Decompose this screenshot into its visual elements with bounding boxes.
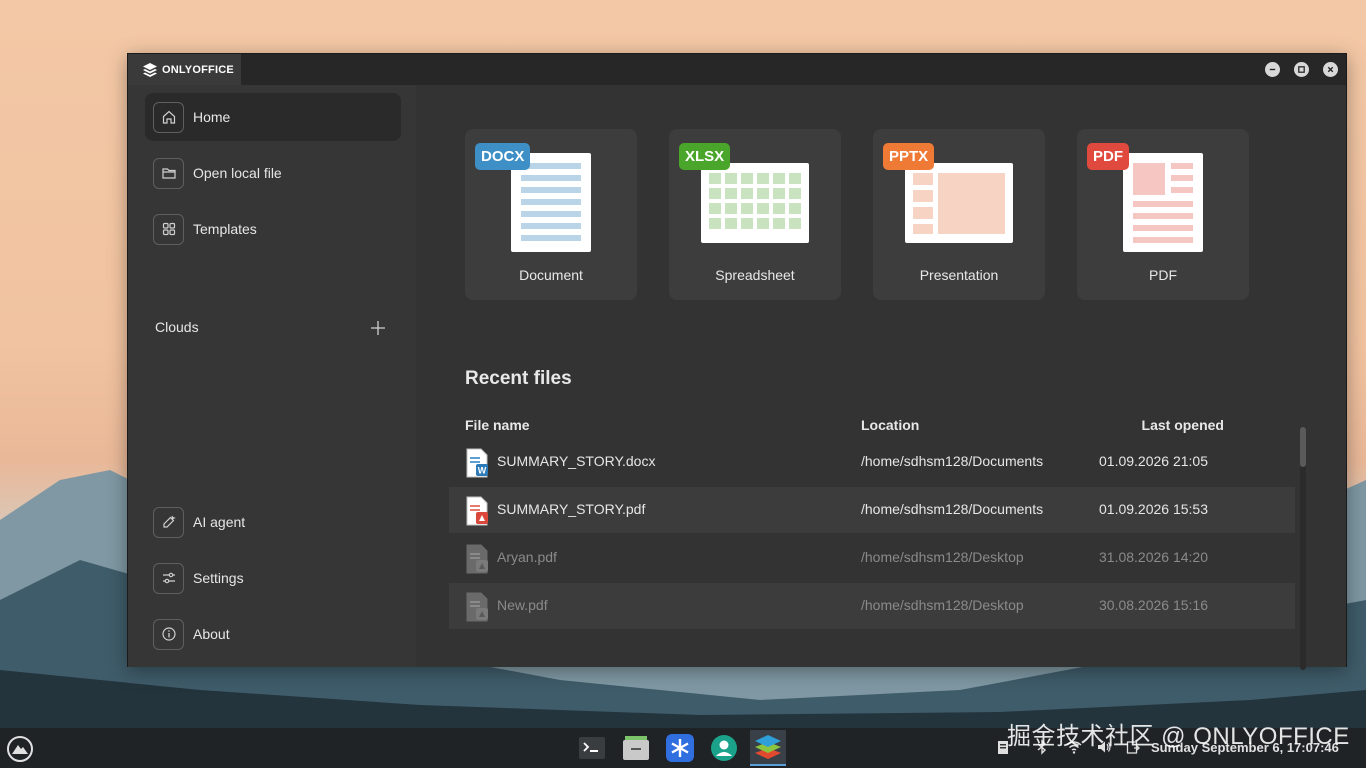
recent-files-title: Recent files xyxy=(465,368,572,389)
file-name: Aryan.pdf xyxy=(497,549,557,565)
xlsx-badge: XLSX xyxy=(679,143,731,170)
create-card-label: Document xyxy=(519,267,583,283)
spreadsheet-thumbnail-icon xyxy=(701,163,809,243)
create-card-label: PDF xyxy=(1149,267,1177,283)
sidebar-item-label: Settings xyxy=(193,570,244,586)
taskbar-file-manager[interactable] xyxy=(620,732,652,764)
sidebar-item-label: AI agent xyxy=(193,514,246,530)
close-icon xyxy=(1327,66,1334,73)
file-name: New.pdf xyxy=(497,597,548,613)
sidebar-item-ai-agent[interactable]: AI agent xyxy=(145,498,401,546)
table-row[interactable]: SUMMARY_STORY.pdf /home/sdhsm128/Documen… xyxy=(449,487,1295,533)
file-last-opened: 30.08.2026 15:16 xyxy=(1099,597,1208,613)
missing-pdf-file-icon xyxy=(466,544,488,574)
minimize-icon xyxy=(1269,68,1276,71)
snowflake-app-icon xyxy=(666,734,694,762)
pptx-badge: PPTX xyxy=(883,143,935,170)
settings-sliders-icon xyxy=(153,562,184,594)
docx-badge: DOCX xyxy=(475,143,531,170)
ai-agent-icon xyxy=(153,506,184,538)
sidebar-item-label: Templates xyxy=(193,221,257,237)
app-tab[interactable]: ONLYOFFICE xyxy=(128,54,241,85)
sidebar-item-label: Open local file xyxy=(193,165,282,181)
close-button[interactable] xyxy=(1323,62,1338,77)
file-last-opened: 31.08.2026 14:20 xyxy=(1099,549,1208,565)
file-last-opened: 01.09.2026 15:53 xyxy=(1099,501,1208,517)
create-presentation-card[interactable]: PPTX Presentation xyxy=(873,129,1045,300)
maximize-icon xyxy=(1298,66,1305,73)
file-name: SUMMARY_STORY.docx xyxy=(497,453,656,469)
create-document-card[interactable]: DOCX Document xyxy=(465,129,637,300)
file-location: /home/sdhsm128/Desktop xyxy=(861,549,1024,565)
terminal-icon xyxy=(579,737,605,759)
sidebar-item-home[interactable]: Home xyxy=(145,93,401,141)
info-icon xyxy=(153,618,184,650)
taskbar-snowflake-app[interactable] xyxy=(664,732,696,764)
onlyoffice-icon xyxy=(755,735,781,759)
maximize-button[interactable] xyxy=(1294,62,1309,77)
watermark-text: 掘金技术社区 @ ONLYOFFICE xyxy=(1007,723,1350,750)
file-name: SUMMARY_STORY.pdf xyxy=(497,501,646,517)
table-row[interactable]: Aryan.pdf /home/sdhsm128/Desktop 31.08.2… xyxy=(449,535,1295,581)
taskbar-contacts[interactable] xyxy=(708,732,740,764)
column-location[interactable]: Location xyxy=(861,417,919,433)
sidebar-item-about[interactable]: About xyxy=(145,610,401,658)
minimize-button[interactable] xyxy=(1265,62,1280,77)
title-bar: ONLYOFFICE xyxy=(128,54,1346,85)
table-row[interactable]: New.pdf /home/sdhsm128/Desktop 30.08.202… xyxy=(449,583,1295,629)
svg-text:W: W xyxy=(478,466,487,476)
table-row[interactable]: W SUMMARY_STORY.docx /home/sdhsm128/Docu… xyxy=(449,439,1295,485)
pdf-thumbnail-icon xyxy=(1123,153,1203,252)
create-spreadsheet-card[interactable]: XLSX Spreadsheet xyxy=(669,129,841,300)
templates-icon xyxy=(153,213,184,245)
file-location: /home/sdhsm128/Documents xyxy=(861,453,1044,469)
presentation-thumbnail-icon xyxy=(905,163,1013,243)
file-last-opened: 01.09.2026 21:05 xyxy=(1099,453,1208,469)
column-last-opened[interactable]: Last opened xyxy=(1142,417,1224,433)
file-manager-icon xyxy=(623,736,649,760)
pdf-file-icon xyxy=(466,496,488,526)
file-location: /home/sdhsm128/Documents xyxy=(861,501,1044,517)
create-pdf-card[interactable]: PDF PDF xyxy=(1077,129,1249,300)
sidebar-item-settings[interactable]: Settings xyxy=(145,554,401,602)
sidebar-item-label: About xyxy=(193,626,230,642)
pdf-badge: PDF xyxy=(1087,143,1129,170)
clouds-label: Clouds xyxy=(155,319,199,335)
app-title: ONLYOFFICE xyxy=(162,63,234,76)
column-file-name[interactable]: File name xyxy=(465,417,530,433)
sidebar: Home Open local file Templates Clouds AI… xyxy=(128,85,416,667)
start-menu-icon[interactable] xyxy=(6,735,34,763)
sidebar-item-open-local-file[interactable]: Open local file xyxy=(145,149,401,197)
onlyoffice-window: ONLYOFFICE Home Open local file Template… xyxy=(127,53,1347,670)
home-icon xyxy=(153,101,184,133)
sidebar-item-label: Home xyxy=(193,109,231,125)
onlyoffice-logo-icon xyxy=(143,62,157,77)
add-cloud-icon[interactable] xyxy=(369,319,387,337)
taskbar-terminal[interactable] xyxy=(576,732,608,764)
create-card-label: Spreadsheet xyxy=(715,267,795,283)
scrollbar-thumb[interactable] xyxy=(1300,427,1306,467)
docx-file-icon: W xyxy=(466,448,488,478)
create-card-label: Presentation xyxy=(919,267,999,283)
folder-icon xyxy=(153,157,184,189)
missing-pdf-file-icon xyxy=(466,592,488,622)
file-location: /home/sdhsm128/Desktop xyxy=(861,597,1024,613)
contacts-icon xyxy=(711,735,737,761)
taskbar-onlyoffice[interactable] xyxy=(750,730,786,766)
main-content: DOCX Document XLSX Spreadsheet PPTX Pres… xyxy=(416,85,1346,670)
sidebar-item-templates[interactable]: Templates xyxy=(145,205,401,253)
